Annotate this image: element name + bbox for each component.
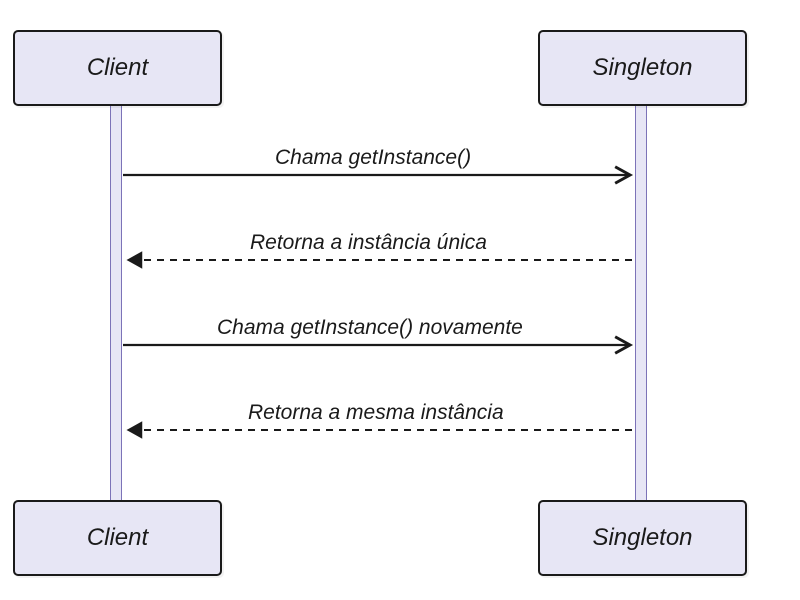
- participant-client-bottom: Client: [13, 500, 222, 576]
- lifeline-client: [110, 100, 122, 500]
- participant-singleton-bottom: Singleton: [538, 500, 747, 576]
- participant-client-top: Client: [13, 30, 222, 106]
- participant-singleton-bottom-label: Singleton: [592, 524, 692, 552]
- sequence-diagram: Client Singleton Client Singleton Chama …: [0, 0, 800, 600]
- participant-client-bottom-label: Client: [87, 524, 148, 552]
- message-2-label: Retorna a instância única: [250, 231, 487, 255]
- message-3-label: Chama getInstance() novamente: [217, 316, 523, 340]
- message-1-label: Chama getInstance(): [275, 146, 471, 170]
- participant-client-top-label: Client: [87, 54, 148, 82]
- participant-singleton-top-label: Singleton: [592, 54, 692, 82]
- message-4-label: Retorna a mesma instância: [248, 401, 504, 425]
- participant-singleton-top: Singleton: [538, 30, 747, 106]
- lifeline-singleton: [635, 100, 647, 500]
